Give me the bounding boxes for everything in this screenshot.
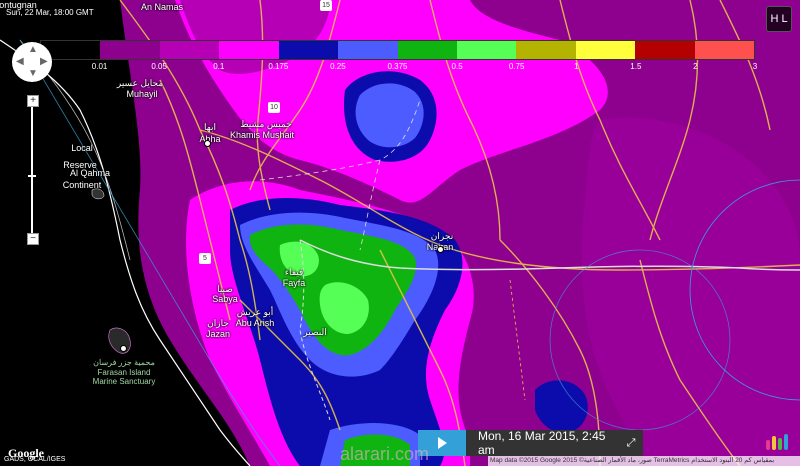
pan-down-icon[interactable]: ▼ [28, 69, 38, 79]
place-top-left: ontugnan [0, 0, 37, 10]
place-an-namas: An Namas [140, 2, 184, 12]
place-muhayil: Muhayil [126, 89, 158, 99]
place-farasan-1: Farasan Island [97, 368, 151, 377]
legend-label: 0.1 [213, 62, 225, 71]
place-farasan-2: Marine Sanctuary [92, 377, 156, 386]
najran-marker [437, 246, 444, 253]
zoom-track-line [31, 103, 33, 235]
legend-label: 1 [574, 62, 579, 71]
legend-swatch [278, 41, 339, 59]
playback-bar: Mon, 16 Mar 2015, 2:45 am ⤢ [418, 429, 643, 457]
zoom-slider[interactable]: + − [27, 95, 39, 245]
place-najran-ar: نجران [430, 231, 454, 241]
pan-up-icon[interactable]: ▲ [28, 45, 38, 55]
zoom-handle[interactable] [28, 175, 36, 177]
place-al-qahma: Al Qahma [69, 168, 111, 178]
legend-label: 0.05 [151, 62, 167, 71]
road-shield-5: 5 [199, 253, 211, 264]
zoom-in-button[interactable]: + [27, 95, 39, 107]
legend-swatch [219, 41, 279, 59]
map-attribution[interactable]: Map data ©2015 Google 2015 ©صور، ماد الأ… [488, 456, 800, 466]
place-khamis: Khamis Mushait [229, 130, 295, 140]
legend-label: 0.375 [387, 62, 408, 71]
legend-label: 0.01 [91, 62, 108, 71]
legend-swatch [338, 41, 398, 59]
legend-color-bar [40, 40, 755, 60]
high-low-toggle-button[interactable]: H L [766, 6, 792, 32]
legend-label: 1.5 [630, 62, 642, 71]
precip-lightblue-north [355, 83, 424, 148]
legend-swatch [694, 41, 755, 59]
legend-label: 3 [752, 62, 758, 71]
place-sabya: Sabya [212, 294, 238, 304]
place-continent: Continent [62, 180, 102, 190]
place-abha-ar: ابها [204, 122, 216, 132]
play-icon [438, 437, 447, 449]
place-faifa: Fayfa [282, 278, 306, 288]
watermark: alarari.com [340, 444, 430, 464]
place-jazan-ar: جازان [207, 318, 229, 328]
place-albayda-ar: البصير [303, 327, 327, 337]
place-farasan-ar: محمية جزر فرسان [93, 358, 155, 367]
legend-swatch [575, 41, 636, 59]
brand-logo-icon [766, 434, 788, 450]
legend-swatch [516, 41, 576, 59]
legend-labels: 0.01 0.05 0.1 0.175 0.25 0.375 0.5 0.75 1 1.5 2 3 [40, 62, 758, 76]
abha-marker [204, 140, 211, 147]
place-local: Local [71, 143, 93, 153]
pan-left-icon[interactable]: ◀ [16, 57, 24, 67]
legend-label: 0.175 [268, 62, 289, 71]
legend-swatch [100, 41, 160, 59]
place-khamis-ar: خميس مشيط [240, 119, 292, 129]
place-faifa-ar: فيفاء [284, 267, 304, 277]
road-shield-15: 15 [320, 0, 332, 11]
pan-right-icon[interactable]: ▶ [40, 57, 48, 67]
legend-swatch [159, 41, 220, 59]
legend-label: 0.5 [451, 62, 463, 71]
legend-label: 0.75 [508, 62, 525, 71]
place-jazan: Jazan [205, 329, 231, 339]
legend-swatch [397, 41, 457, 59]
legend-swatch [635, 41, 695, 59]
legend-label: 2 [693, 62, 698, 71]
precipitation-legend: 0.01 0.05 0.1 0.175 0.25 0.375 0.5 0.75 1 1.5 2 3 [40, 40, 758, 76]
expand-icon[interactable]: ⤢ [619, 430, 643, 456]
legend-swatch [456, 41, 517, 59]
zoom-out-button[interactable]: − [27, 233, 39, 245]
legend-label: 0.25 [330, 62, 346, 71]
farasan-marker [120, 345, 127, 352]
place-abu-arish: Abu Arish [235, 318, 275, 328]
imagery-credit: GADS, OCAL/IGES [4, 456, 66, 463]
pan-control[interactable]: ▲ ▼ ◀ ▶ [12, 42, 52, 82]
place-abu-arish-ar: أبو عريش [236, 307, 274, 317]
place-muhayil-ar: محايل عسير [116, 78, 164, 88]
playback-date: Mon, 16 Mar 2015, 2:45 am [478, 429, 606, 457]
road-shield-10: 10 [268, 102, 280, 113]
